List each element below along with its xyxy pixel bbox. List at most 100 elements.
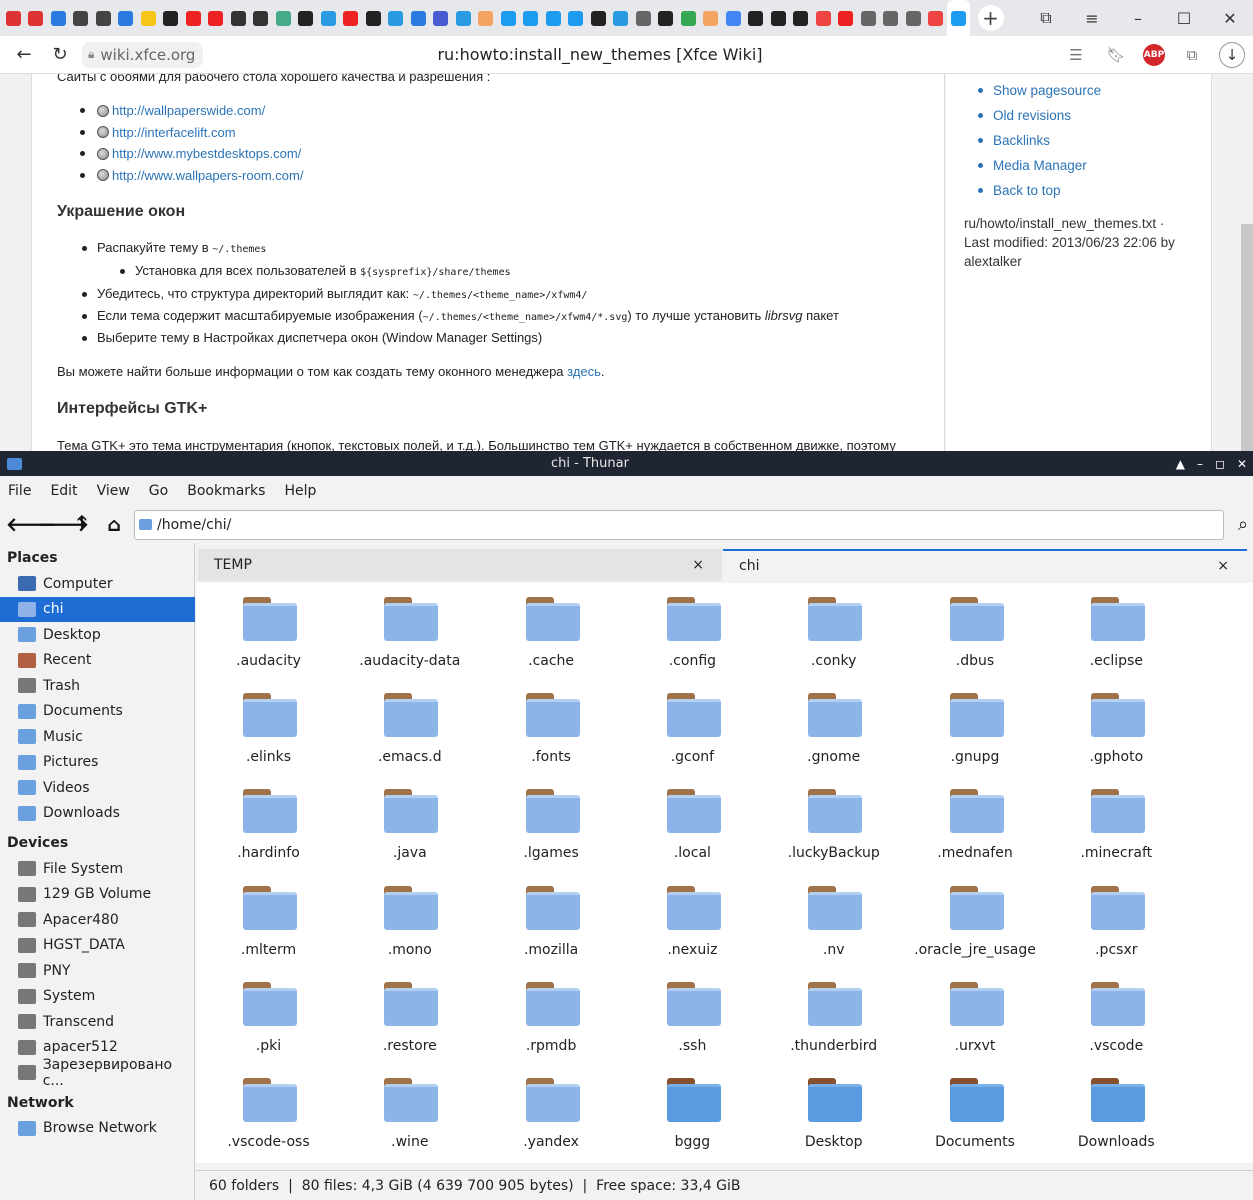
tab-favicon[interactable] bbox=[812, 0, 835, 36]
tab-favicon[interactable] bbox=[745, 0, 768, 36]
folder-item[interactable]: .wine bbox=[339, 1068, 480, 1164]
side-pane-item[interactable]: System bbox=[0, 984, 195, 1009]
side-pane-item[interactable]: Transcend bbox=[0, 1009, 195, 1034]
tab-favicon[interactable] bbox=[205, 0, 228, 36]
folder-item[interactable]: .elinks bbox=[198, 683, 339, 779]
folder-item[interactable]: .emacs.d bbox=[339, 683, 480, 779]
external-link[interactable]: http://www.wallpapers-room.com/ bbox=[112, 168, 303, 183]
tab-favicon[interactable] bbox=[340, 0, 363, 36]
side-pane-item[interactable]: Pictures bbox=[0, 750, 195, 775]
side-pane-item[interactable]: chi bbox=[0, 596, 195, 622]
folder-item[interactable]: .mono bbox=[339, 876, 480, 972]
page-title[interactable]: ru:howto:install_new_themes [Xfce Wiki] bbox=[320, 45, 880, 64]
folder-item[interactable]: .nv bbox=[763, 876, 904, 972]
folder-item[interactable]: .cache bbox=[481, 587, 622, 683]
menu-view[interactable]: View bbox=[97, 483, 130, 499]
page-scrollbar[interactable] bbox=[1241, 224, 1253, 451]
tab-favicon[interactable] bbox=[925, 0, 948, 36]
tab-favicon[interactable] bbox=[452, 0, 475, 36]
menu-help[interactable]: Help bbox=[284, 483, 316, 499]
domain-pill[interactable]: 🔒︎ wiki.xfce.org bbox=[82, 41, 204, 68]
folder-item[interactable]: .restore bbox=[339, 972, 480, 1068]
side-pane-item[interactable]: PNY bbox=[0, 958, 195, 983]
folder-item[interactable]: .vscode-oss bbox=[198, 1068, 339, 1164]
tab-favicon[interactable] bbox=[542, 0, 565, 36]
back-arrow-icon[interactable]: 🡐 bbox=[6, 513, 57, 536]
close-tab-icon[interactable]: × bbox=[692, 557, 704, 573]
folder-item[interactable]: Downloads bbox=[1046, 1068, 1187, 1164]
maximize-icon[interactable]: ◻ bbox=[1215, 457, 1225, 471]
sidebar-link[interactable]: Show pagesource bbox=[993, 83, 1101, 98]
tab-favicon[interactable] bbox=[565, 0, 588, 36]
adblock-plus-icon[interactable]: ABP bbox=[1143, 44, 1165, 66]
new-tab-button[interactable]: + bbox=[977, 5, 1004, 31]
tab-favicon[interactable] bbox=[250, 0, 273, 36]
tab-favicon[interactable] bbox=[430, 0, 453, 36]
tab-favicon[interactable] bbox=[385, 0, 408, 36]
minimize-icon[interactable]: – bbox=[1197, 457, 1203, 471]
folder-item[interactable]: .gnupg bbox=[905, 683, 1046, 779]
search-icon[interactable]: ⌕ bbox=[1238, 514, 1248, 535]
menu-edit[interactable]: Edit bbox=[50, 483, 77, 499]
folder-item[interactable]: .mozilla bbox=[481, 876, 622, 972]
side-pane-item[interactable]: 129 GB Volume bbox=[0, 882, 195, 907]
close-button[interactable]: ✕ bbox=[1207, 9, 1253, 28]
folder-item[interactable]: .yandex bbox=[481, 1068, 622, 1164]
tab-favicon[interactable] bbox=[722, 0, 745, 36]
reload-icon[interactable]: ↻ bbox=[42, 44, 78, 65]
tab-favicon[interactable] bbox=[182, 0, 205, 36]
tab-favicon[interactable] bbox=[947, 0, 970, 36]
side-pane-item[interactable]: Computer bbox=[0, 571, 195, 596]
path-input[interactable]: /home/chi/ bbox=[134, 509, 1224, 540]
tab-temp[interactable]: TEMP × bbox=[198, 549, 722, 581]
tab-favicon[interactable] bbox=[2, 0, 25, 36]
side-pane-item[interactable]: Documents bbox=[0, 699, 195, 724]
sidebar-link[interactable]: Back to top bbox=[993, 183, 1061, 198]
folder-item[interactable]: Documents bbox=[905, 1068, 1046, 1164]
maximize-button[interactable]: ☐ bbox=[1161, 9, 1207, 28]
menu-icon[interactable]: ≡ bbox=[1069, 9, 1115, 28]
tab-favicon[interactable] bbox=[160, 0, 183, 36]
tab-favicon[interactable] bbox=[902, 0, 925, 36]
tab-favicon[interactable] bbox=[47, 0, 70, 36]
folder-item[interactable]: .ssh bbox=[622, 972, 763, 1068]
folder-item[interactable]: .oracle_jre_usage bbox=[905, 876, 1046, 972]
tab-favicon[interactable] bbox=[92, 0, 115, 36]
tab-favicon[interactable] bbox=[677, 0, 700, 36]
folder-item[interactable]: .pcsxr bbox=[1046, 876, 1187, 972]
tab-favicon[interactable] bbox=[790, 0, 813, 36]
menu-file[interactable]: File bbox=[8, 483, 31, 499]
side-pane-item[interactable]: Зарезервировано с... bbox=[0, 1057, 195, 1089]
tab-favicon[interactable] bbox=[227, 0, 250, 36]
tab-favicon[interactable] bbox=[857, 0, 880, 36]
folder-item[interactable]: Desktop bbox=[763, 1068, 904, 1164]
side-pane-item[interactable]: File System bbox=[0, 856, 195, 881]
folder-item[interactable]: .urxvt bbox=[905, 972, 1046, 1068]
tab-favicon[interactable] bbox=[295, 0, 318, 36]
tab-favicon[interactable] bbox=[632, 0, 655, 36]
side-pane-item[interactable]: Downloads bbox=[0, 801, 195, 826]
tab-favicon[interactable] bbox=[70, 0, 93, 36]
side-pane-item[interactable]: Apacer480 bbox=[0, 907, 195, 932]
tab-favicon[interactable] bbox=[700, 0, 723, 36]
folder-item[interactable]: .lgames bbox=[481, 779, 622, 875]
tab-favicon[interactable] bbox=[407, 0, 430, 36]
folder-item[interactable]: .eclipse bbox=[1046, 587, 1187, 683]
side-pane-item[interactable]: Desktop bbox=[0, 622, 195, 647]
tab-favicon[interactable] bbox=[137, 0, 160, 36]
side-pane-item[interactable]: Music bbox=[0, 724, 195, 749]
folder-item[interactable]: .nexuiz bbox=[622, 876, 763, 972]
tab-favicon[interactable] bbox=[115, 0, 138, 36]
tab-favicon[interactable] bbox=[317, 0, 340, 36]
home-icon[interactable]: ⌂ bbox=[102, 514, 126, 536]
bookmark-icon[interactable]: 🔖︎ bbox=[1103, 42, 1129, 68]
folder-item[interactable]: .pki bbox=[198, 972, 339, 1068]
tab-favicon[interactable] bbox=[272, 0, 295, 36]
folder-item[interactable]: .config bbox=[622, 587, 763, 683]
tab-chi[interactable]: chi × bbox=[723, 549, 1247, 581]
forward-arrow-icon[interactable]: 🡒 bbox=[38, 513, 89, 536]
folder-item[interactable]: .audacity-data bbox=[339, 587, 480, 683]
tabs-list-icon[interactable]: ⧉ bbox=[1023, 8, 1069, 28]
side-pane-item[interactable]: HGST_DATA bbox=[0, 933, 195, 958]
side-pane-item[interactable]: Recent bbox=[0, 648, 195, 673]
